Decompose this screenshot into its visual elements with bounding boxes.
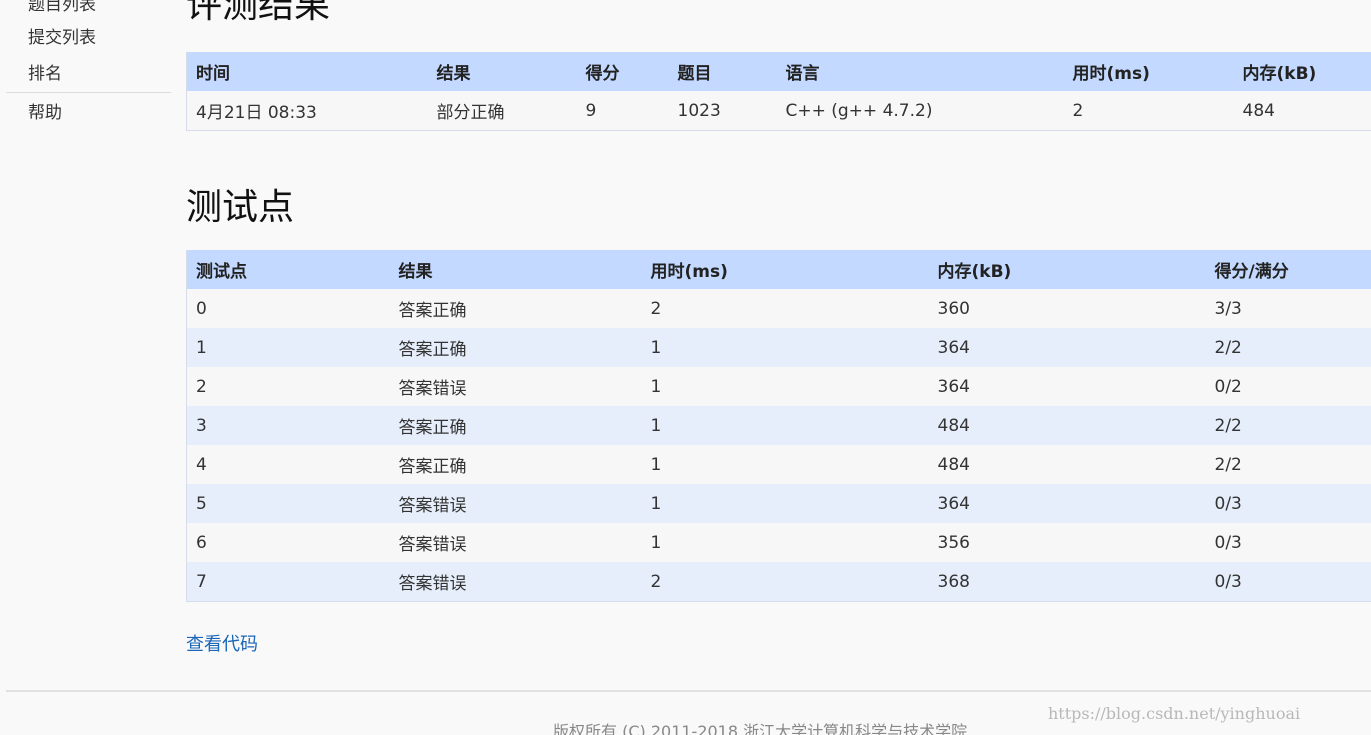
problem-link[interactable]: 1023 [668,91,777,131]
header-time-ms: 用时(ms) [641,250,929,289]
testpoint-score: 0/3 [1205,523,1371,562]
sidebar: 题目列表 提交列表 排名 帮助 [6,0,171,131]
testpoint-result: 答案正确 [389,445,642,484]
header-time-ms: 用时(ms) [1063,52,1234,91]
table-row: 7 答案错误 2 368 0/3 [186,562,1371,602]
testpoint-result: 答案错误 [389,523,642,562]
testpoint-score: 0/2 [1205,367,1371,406]
judge-result-title: 评测结果 [186,0,331,26]
testpoint-time: 2 [641,562,929,602]
testpoint-time: 1 [641,406,929,445]
testpoint-id: 7 [186,562,390,602]
time-ms-value: 2 [1063,91,1234,131]
header-score-full: 得分/满分 [1205,250,1371,289]
view-code-link[interactable]: 查看代码 [186,630,258,656]
header-problem: 题目 [668,52,777,91]
table-row: 4 答案正确 1 484 2/2 [186,445,1371,484]
table-row: 5 答案错误 1 364 0/3 [186,484,1371,523]
testpoints-table: 测试点 结果 用时(ms) 内存(kB) 得分/满分 0 答案正确 2 360 … [186,250,1371,602]
header-testpoint: 测试点 [186,250,390,289]
testpoint-result: 答案错误 [389,562,642,602]
table-row: 0 答案正确 2 360 3/3 [186,289,1371,328]
testpoint-memory: 484 [928,445,1206,484]
watermark: https://blog.csdn.net/yinghuoai [1048,704,1301,723]
testpoint-id: 3 [186,406,390,445]
testpoint-time: 2 [641,289,929,328]
testpoint-memory: 364 [928,484,1206,523]
testpoint-id: 0 [186,289,390,328]
testpoint-score: 3/3 [1205,289,1371,328]
submit-time: 4月21日 08:33 [186,91,428,131]
testpoint-time: 1 [641,484,929,523]
judge-result-table: 时间 结果 得分 题目 语言 用时(ms) 内存(kB) 4月21日 08:33… [186,52,1371,131]
testpoint-memory: 484 [928,406,1206,445]
page: 题目列表 提交列表 排名 帮助 评测结果 时间 结果 得分 题目 语言 用时(m… [0,0,1371,735]
testpoint-result: 答案正确 [389,289,642,328]
header-time: 时间 [186,52,428,91]
sidebar-item-problem-list[interactable]: 题目列表 [6,0,171,20]
testpoint-time: 1 [641,445,929,484]
sidebar-item-ranking[interactable]: 排名 [6,56,171,92]
header-score: 得分 [576,52,669,91]
header-memory: 内存(kB) [928,250,1206,289]
table-row: 3 答案正确 1 484 2/2 [186,406,1371,445]
testpoint-result: 答案正确 [389,328,642,367]
footer-divider [6,690,1371,692]
testpoints-title: 测试点 [186,187,295,228]
table-row: 2 答案错误 1 364 0/2 [186,367,1371,406]
testpoint-result: 答案正确 [389,406,642,445]
testpoint-time: 1 [641,523,929,562]
testpoint-score: 0/3 [1205,484,1371,523]
sidebar-item-help[interactable]: 帮助 [6,95,171,131]
sidebar-item-submission-list[interactable]: 提交列表 [6,20,171,56]
table-row: 4月21日 08:33 部分正确 9 1023 C++ (g++ 4.7.2) … [186,91,1371,131]
testpoint-memory: 364 [928,328,1206,367]
testpoint-memory: 360 [928,289,1206,328]
header-memory: 内存(kB) [1233,52,1371,91]
memory-value: 484 [1233,91,1371,131]
testpoints-body: 0 答案正确 2 360 3/3 1 答案正确 1 364 2/2 2 答案错误… [186,289,1371,602]
testpoint-score: 2/2 [1205,406,1371,445]
testpoint-id: 6 [186,523,390,562]
header-result: 结果 [389,250,642,289]
testpoint-memory: 368 [928,562,1206,602]
table-header-row: 测试点 结果 用时(ms) 内存(kB) 得分/满分 [186,250,1371,289]
score-link[interactable]: 9 [576,91,669,131]
testpoint-id: 2 [186,367,390,406]
footer-copyright: 版权所有 (C) 2011-2018 浙江大学计算机科学与技术学院 [553,722,968,735]
header-language: 语言 [776,52,1064,91]
testpoint-time: 1 [641,367,929,406]
header-result: 结果 [427,52,577,91]
result-status: 部分正确 [427,91,577,131]
testpoint-memory: 356 [928,523,1206,562]
testpoint-score: 2/2 [1205,445,1371,484]
table-row: 6 答案错误 1 356 0/3 [186,523,1371,562]
testpoint-memory: 364 [928,367,1206,406]
sidebar-divider [6,92,171,93]
testpoint-id: 1 [186,328,390,367]
testpoint-score: 0/3 [1205,562,1371,602]
testpoint-id: 4 [186,445,390,484]
testpoint-result: 答案错误 [389,367,642,406]
testpoint-id: 5 [186,484,390,523]
testpoint-time: 1 [641,328,929,367]
table-header-row: 时间 结果 得分 题目 语言 用时(ms) 内存(kB) [186,52,1371,91]
testpoint-score: 2/2 [1205,328,1371,367]
language-link[interactable]: C++ (g++ 4.7.2) [776,91,1064,131]
table-row: 1 答案正确 1 364 2/2 [186,328,1371,367]
testpoint-result: 答案错误 [389,484,642,523]
